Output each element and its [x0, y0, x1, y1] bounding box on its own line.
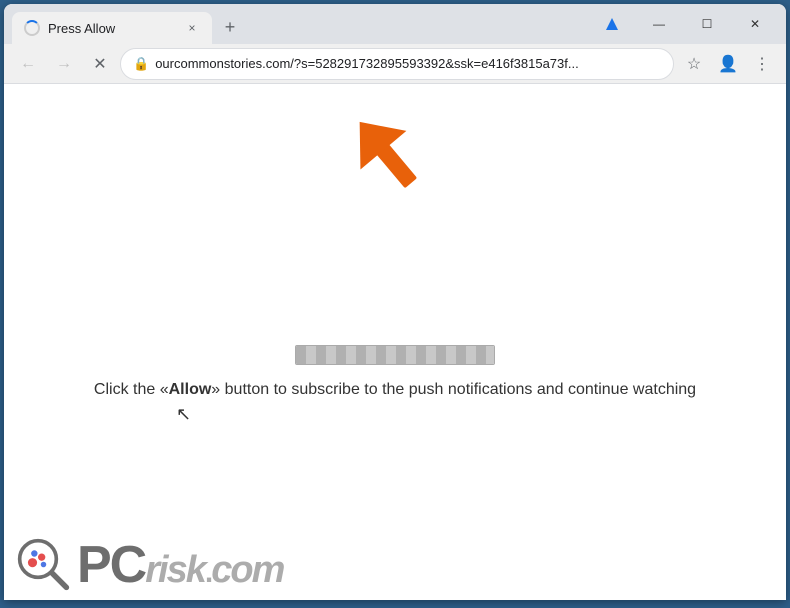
tab-loading-spinner — [24, 20, 40, 36]
progress-bar — [295, 345, 495, 365]
url-text: ourcommonstories.com/?s=5282917328955933… — [155, 56, 661, 71]
pcrisk-pc: PC — [77, 536, 145, 594]
stop-button[interactable]: ✕ — [84, 48, 116, 80]
tab-title: Press Allow — [48, 21, 176, 36]
active-tab[interactable]: Press Allow × — [12, 12, 212, 44]
magnify-icon — [16, 537, 71, 592]
new-tab-button[interactable]: + — [216, 13, 244, 41]
arrow-indicator — [335, 104, 455, 229]
page-content: Click the «Allow» button to subscribe to… — [4, 84, 786, 600]
title-bar: Press Allow × + — ☐ ✕ — [4, 4, 786, 44]
address-bar[interactable]: 🔒 ourcommonstories.com/?s=52829173289559… — [120, 48, 674, 80]
bookmark-button[interactable]: ☆ — [678, 48, 710, 80]
instruction-bold: Allow — [169, 381, 212, 398]
menu-button[interactable]: ⋮ — [746, 48, 778, 80]
minimize-button[interactable]: — — [636, 8, 682, 40]
instruction-prefix: Click the « — [94, 381, 169, 398]
toolbar: ← → ✕ 🔒 ourcommonstories.com/?s=52829173… — [4, 44, 786, 84]
instruction-suffix: » button to subscribe to the push notifi… — [211, 381, 696, 398]
back-button[interactable]: ← — [12, 48, 44, 80]
forward-button[interactable]: → — [48, 48, 80, 80]
pcrisk-watermark: PCrisk.com — [4, 529, 295, 600]
pcrisk-risk: risk — [145, 549, 205, 591]
cursor-indicator: ↖ — [176, 404, 191, 425]
maximize-button[interactable]: ☐ — [684, 8, 730, 40]
lock-icon: 🔒 — [133, 56, 149, 72]
browser-window: Press Allow × + — ☐ ✕ ← → ✕ 🔒 ourcommons… — [4, 4, 786, 600]
tab-close-button[interactable]: × — [184, 20, 200, 36]
instruction-text: Click the «Allow» button to subscribe to… — [74, 381, 716, 399]
extension-icon[interactable] — [596, 8, 628, 40]
close-button[interactable]: ✕ — [732, 8, 778, 40]
pcrisk-logo-text: PCrisk.com — [77, 539, 283, 591]
window-controls: — ☐ ✕ — [628, 8, 778, 40]
profile-button[interactable]: 👤 — [712, 48, 744, 80]
progress-bar-fill — [296, 346, 494, 364]
tab-strip: Press Allow × + — [12, 4, 592, 44]
content-center: Click the «Allow» button to subscribe to… — [74, 345, 716, 399]
pcrisk-com: com — [211, 549, 283, 591]
toolbar-right: ☆ 👤 ⋮ — [678, 48, 778, 80]
